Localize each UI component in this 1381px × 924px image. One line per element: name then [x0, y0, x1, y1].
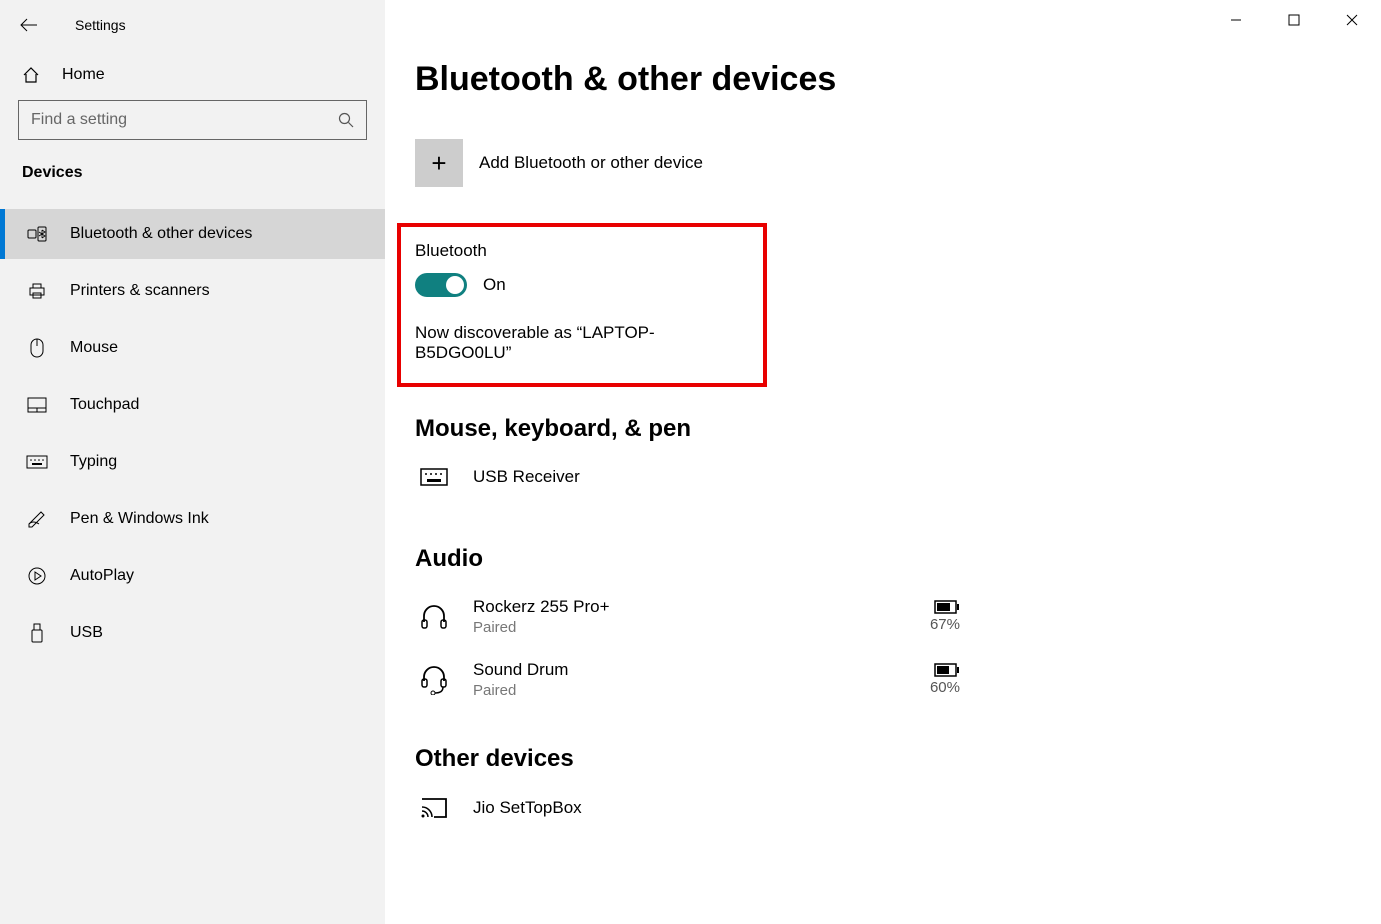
sidebar-item-printers[interactable]: Printers & scanners	[0, 266, 385, 316]
sidebar-item-touchpad[interactable]: Touchpad	[0, 380, 385, 430]
mouse-icon	[26, 338, 48, 358]
battery-indicator: 60%	[930, 663, 960, 696]
sidebar-item-label: USB	[70, 624, 103, 642]
plus-icon: +	[415, 139, 463, 187]
discoverable-text: Now discoverable as “LAPTOP-B5DGO0LU”	[415, 323, 749, 363]
sidebar-item-label: Mouse	[70, 339, 118, 357]
usb-icon	[26, 623, 48, 643]
sidebar-item-bluetooth[interactable]: Bluetooth & other devices	[0, 209, 385, 259]
bluetooth-toggle-row: On	[415, 273, 749, 297]
category-audio-title: Audio	[415, 545, 1341, 573]
sidebar-item-typing[interactable]: Typing	[0, 437, 385, 487]
add-device-button[interactable]: + Add Bluetooth or other device	[415, 139, 1341, 187]
sidebar-item-autoplay[interactable]: AutoPlay	[0, 551, 385, 601]
home-nav[interactable]: Home	[0, 54, 385, 100]
battery-icon	[934, 663, 960, 677]
device-name: Sound Drum	[473, 660, 930, 680]
sidebar-item-label: Typing	[70, 453, 117, 471]
bluetooth-devices-icon	[26, 225, 48, 243]
sidebar-item-label: Printers & scanners	[70, 282, 210, 300]
search-box[interactable]	[18, 100, 367, 140]
minimize-button[interactable]	[1207, 0, 1265, 40]
home-icon	[22, 66, 42, 84]
printer-icon	[26, 282, 48, 300]
sidebar-item-label: Pen & Windows Ink	[70, 510, 209, 528]
headset-icon	[417, 665, 451, 695]
section-heading: Devices	[0, 162, 385, 202]
sidebar: Settings Home Devices Bluetooth & other …	[0, 0, 385, 924]
device-row[interactable]: Jio SetTopBox	[415, 791, 960, 837]
close-button[interactable]	[1323, 0, 1381, 40]
bluetooth-section-highlight: Bluetooth On Now discoverable as “LAPTOP…	[397, 223, 767, 387]
add-device-label: Add Bluetooth or other device	[479, 153, 703, 173]
main-content: Bluetooth & other devices + Add Bluetoot…	[385, 0, 1381, 924]
category-other-title: Other devices	[415, 745, 1341, 773]
cast-icon	[417, 797, 451, 819]
home-label: Home	[62, 66, 105, 84]
bluetooth-label: Bluetooth	[415, 241, 749, 261]
touchpad-icon	[26, 397, 48, 413]
search-icon	[338, 112, 354, 128]
sidebar-item-mouse[interactable]: Mouse	[0, 323, 385, 373]
page-title: Bluetooth & other devices	[415, 60, 1341, 99]
headphones-icon	[417, 604, 451, 630]
sidebar-item-label: Bluetooth & other devices	[70, 225, 252, 243]
device-status: Paired	[473, 619, 930, 636]
battery-icon	[934, 600, 960, 614]
keyboard-icon	[417, 468, 451, 486]
window-controls	[1207, 0, 1381, 40]
device-name: USB Receiver	[473, 467, 960, 487]
back-arrow-icon	[20, 18, 38, 32]
battery-percent: 60%	[930, 679, 960, 696]
maximize-button[interactable]	[1265, 0, 1323, 40]
bluetooth-state: On	[483, 275, 506, 295]
category-mouse-kb-title: Mouse, keyboard, & pen	[415, 415, 1341, 443]
device-row[interactable]: USB Receiver	[415, 461, 960, 505]
autoplay-icon	[26, 567, 48, 585]
device-row[interactable]: Sound Drum Paired 60%	[415, 654, 960, 717]
search-input[interactable]	[31, 111, 338, 129]
sidebar-item-usb[interactable]: USB	[0, 608, 385, 658]
sidebar-item-label: Touchpad	[70, 396, 139, 414]
bluetooth-toggle[interactable]	[415, 273, 467, 297]
nav-list: Bluetooth & other devices Printers & sca…	[0, 202, 385, 658]
battery-percent: 67%	[930, 616, 960, 633]
sidebar-item-label: AutoPlay	[70, 567, 134, 585]
device-row[interactable]: Rockerz 255 Pro+ Paired 67%	[415, 591, 960, 654]
title-row: Settings	[0, 10, 385, 54]
window-title: Settings	[75, 17, 126, 33]
battery-indicator: 67%	[930, 600, 960, 633]
pen-icon	[26, 510, 48, 528]
keyboard-icon	[26, 455, 48, 469]
sidebar-item-pen[interactable]: Pen & Windows Ink	[0, 494, 385, 544]
device-name: Rockerz 255 Pro+	[473, 597, 930, 617]
device-name: Jio SetTopBox	[473, 798, 960, 818]
back-button[interactable]	[18, 14, 40, 36]
device-status: Paired	[473, 682, 930, 699]
